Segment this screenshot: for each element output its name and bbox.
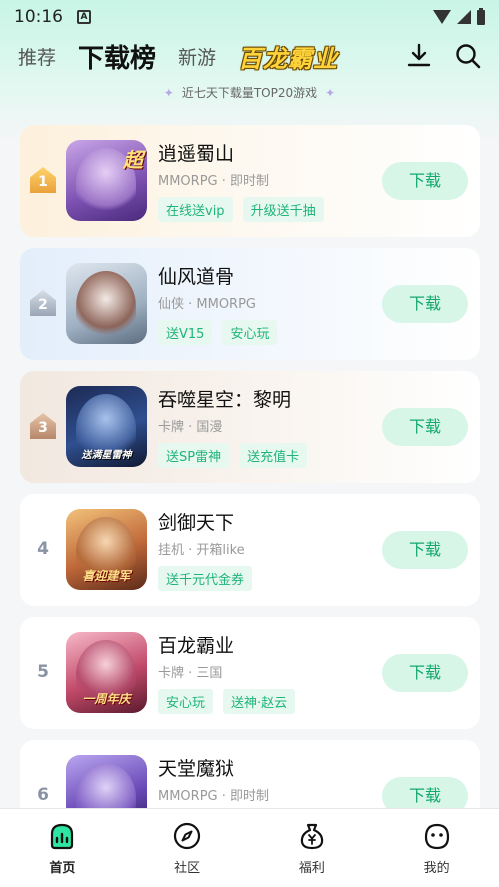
game-icon: 喜迎建军 xyxy=(66,509,147,590)
bottom-nav-label: 首页 xyxy=(49,861,76,876)
game-name[interactable]: 吞噬星空：黎明 xyxy=(158,385,291,412)
game-icon: 一周年庆 xyxy=(66,632,147,713)
game-meta: 卡牌 · 国漫 xyxy=(158,420,223,435)
bottom-nav-label: 社区 xyxy=(174,861,201,876)
icon-caption: 送满星雷神 xyxy=(81,450,132,461)
rank-number: 6 xyxy=(37,785,49,805)
tab-recommend[interactable]: 推荐 xyxy=(18,43,56,70)
top-nav: 推荐 下载榜 新游 百龙霸业 xyxy=(0,36,499,76)
brand-banner[interactable]: 百龙霸业 xyxy=(238,39,338,74)
game-card[interactable]: 2 仙风道骨 仙侠 · MMORPG 送V15 安心玩 下载 xyxy=(20,248,480,360)
search-icon[interactable] xyxy=(455,43,481,69)
game-tag: 安心玩 xyxy=(158,689,214,714)
bottom-nav-welfare[interactable]: 福利 xyxy=(250,809,375,887)
icon-caption: 一周年庆 xyxy=(82,692,131,706)
bottom-nav-mine[interactable]: 我的 xyxy=(374,809,499,887)
game-tag: 升级送千抽 xyxy=(242,197,324,222)
download-button[interactable]: 下载 xyxy=(382,285,468,323)
sparkle-icon: ✦ xyxy=(163,86,174,100)
silver-medal-icon: 2 xyxy=(30,290,56,316)
money-bag-icon xyxy=(297,821,327,851)
game-card[interactable]: 5 一周年庆 百龙霸业 卡牌 · 三国 安心玩 送神·赵云 下载 xyxy=(20,617,480,729)
game-card[interactable]: 1 超 逍遥蜀山 MMORPG · 即时制 在线送vip 升级送千抽 下载 xyxy=(20,125,480,237)
game-meta: 卡牌 · 三国 xyxy=(158,666,223,681)
game-card[interactable]: 3 送满星雷神 吞噬星空：黎明 卡牌 · 国漫 送SP雷神 送充值卡 下载 xyxy=(20,371,480,483)
game-tag: 送神·赵云 xyxy=(223,689,296,714)
chart-subtitle: ✦ 近七天下载量TOP20游戏 ✦ xyxy=(0,84,499,101)
game-meta: 挂机 · 开箱like xyxy=(158,543,245,558)
game-tag: 送千元代金券 xyxy=(158,566,253,591)
face-icon xyxy=(422,821,452,851)
subtitle-text: 近七天下载量TOP20游戏 xyxy=(181,86,318,100)
status-bar: 10:16 A xyxy=(0,0,499,34)
notification-icon: A xyxy=(77,10,91,24)
bottom-nav-label: 我的 xyxy=(423,861,450,876)
game-name[interactable]: 百龙霸业 xyxy=(158,631,234,658)
game-meta: MMORPG · 即时制 xyxy=(158,789,270,804)
bottom-nav-home[interactable]: 首页 xyxy=(0,809,125,887)
compass-icon xyxy=(172,821,202,851)
game-list: 1 超 逍遥蜀山 MMORPG · 即时制 在线送vip 升级送千抽 下载 2 … xyxy=(20,125,480,863)
download-button[interactable]: 下载 xyxy=(382,654,468,692)
status-time: 10:16 xyxy=(14,7,63,27)
game-tag: 送充值卡 xyxy=(239,443,308,468)
download-button[interactable]: 下载 xyxy=(382,531,468,569)
bronze-medal-icon: 3 xyxy=(30,413,56,439)
game-icon: 送满星雷神 xyxy=(66,386,147,467)
tab-new-games[interactable]: 新游 xyxy=(178,43,216,70)
rank-number: 4 xyxy=(37,539,49,559)
game-meta: 仙侠 · MMORPG xyxy=(158,297,257,312)
download-icon[interactable] xyxy=(407,43,431,69)
battery-icon xyxy=(477,7,485,25)
sparkle-icon: ✦ xyxy=(325,86,336,100)
icon-caption: 超 xyxy=(123,148,143,172)
game-tag: 安心玩 xyxy=(222,320,278,345)
game-name[interactable]: 仙风道骨 xyxy=(158,262,234,289)
bottom-nav: 首页 社区 福利 我的 xyxy=(0,808,499,887)
game-card[interactable]: 4 喜迎建军 剑御天下 挂机 · 开箱like 送千元代金券 下载 xyxy=(20,494,480,606)
rank-number: 5 xyxy=(37,662,49,682)
game-tag: 送V15 xyxy=(158,320,213,345)
wifi-icon xyxy=(433,10,451,24)
home-icon xyxy=(47,821,77,851)
signal-icon xyxy=(457,10,471,24)
gold-medal-icon: 1 xyxy=(30,167,56,193)
game-name[interactable]: 剑御天下 xyxy=(158,508,234,535)
game-tag: 在线送vip xyxy=(158,197,233,222)
game-meta: MMORPG · 即时制 xyxy=(158,174,270,189)
bottom-nav-community[interactable]: 社区 xyxy=(125,809,250,887)
game-name[interactable]: 天堂魔狱 xyxy=(158,754,234,781)
tab-download-chart[interactable]: 下载榜 xyxy=(78,38,156,75)
download-button[interactable]: 下载 xyxy=(382,408,468,446)
game-icon xyxy=(66,263,147,344)
bottom-nav-label: 福利 xyxy=(298,861,325,876)
game-name[interactable]: 逍遥蜀山 xyxy=(158,139,234,166)
game-tag: 送SP雷神 xyxy=(158,443,230,468)
download-button[interactable]: 下载 xyxy=(382,162,468,200)
icon-caption: 喜迎建军 xyxy=(82,569,131,583)
game-icon: 超 xyxy=(66,140,147,221)
